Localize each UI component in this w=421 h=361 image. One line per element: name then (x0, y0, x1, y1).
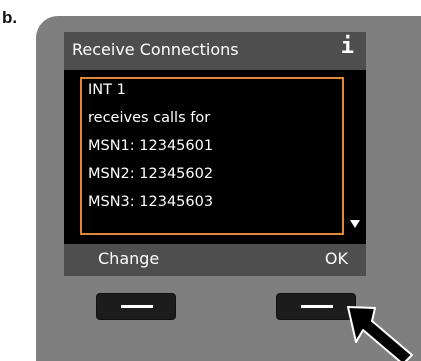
info-icon[interactable]: i (341, 34, 354, 59)
phone-display: Receive Connections i INT 1 receives cal… (64, 32, 366, 276)
softkey-change-label[interactable]: Change (98, 249, 159, 268)
left-display-key[interactable] (96, 293, 176, 320)
line-receives: receives calls for (88, 110, 211, 126)
line-msn3: MSN3: 12345603 (88, 194, 214, 210)
left-key-bar (121, 305, 153, 308)
selection-box[interactable]: INT 1 receives calls for MSN1: 12345601 … (80, 77, 344, 235)
figure-label: b. (2, 8, 18, 27)
right-display-key[interactable] (276, 293, 356, 320)
line-msn2: MSN2: 12345602 (88, 166, 214, 182)
right-key-bar (301, 305, 333, 308)
line-msn1: MSN1: 12345601 (88, 138, 214, 154)
screen-title: Receive Connections (72, 40, 239, 59)
softkey-ok-label[interactable]: OK (325, 249, 348, 268)
softkey-bar: Change OK (64, 244, 366, 276)
line-int: INT 1 (88, 82, 126, 98)
title-bar: Receive Connections i (64, 32, 366, 70)
scroll-down-arrow-icon[interactable] (350, 220, 360, 228)
